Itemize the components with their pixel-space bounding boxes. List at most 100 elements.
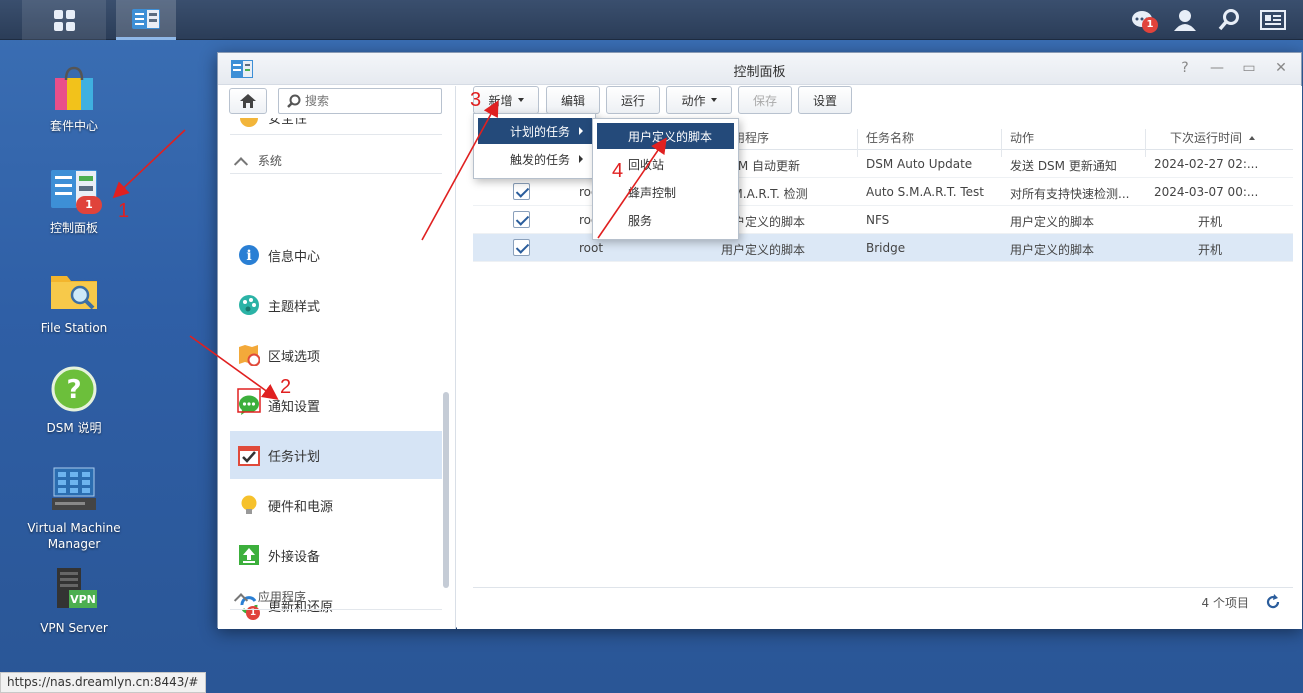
save-label: 保存 bbox=[752, 93, 777, 108]
sidebar-item-security[interactable]: 安全性 bbox=[230, 102, 442, 132]
sidebar-item-regional[interactable]: 区域选项 bbox=[230, 331, 442, 379]
help-question-icon: ? bbox=[49, 366, 99, 416]
desktop-badge: 1 bbox=[76, 196, 102, 214]
chevron-right-icon bbox=[579, 155, 583, 163]
cell-task: Bridge bbox=[866, 241, 906, 255]
main-menu-button[interactable] bbox=[22, 0, 106, 40]
cell-next-run: 2024-03-07 00:... bbox=[1154, 185, 1259, 199]
cell-action: 对所有支持快速检测... bbox=[1010, 187, 1130, 201]
sidebar-item-theme[interactable]: 主题样式 bbox=[230, 281, 442, 329]
desktop-vmm[interactable]: Virtual Machine Manager bbox=[19, 466, 129, 552]
taskbar: 1 bbox=[0, 0, 1303, 40]
create-label: 新增 bbox=[488, 93, 513, 108]
sidebar-item-info-center[interactable]: i 信息中心 bbox=[230, 231, 442, 279]
section-system[interactable]: 系统 bbox=[233, 152, 282, 172]
divider bbox=[230, 134, 442, 135]
desktop-file-station[interactable]: File Station bbox=[19, 266, 129, 336]
annotation-step-3: 3 bbox=[470, 89, 482, 111]
desktop-icon-label: File Station bbox=[40, 321, 108, 335]
column-header-task-name[interactable]: 任务名称 bbox=[866, 129, 914, 146]
shopping-bag-icon bbox=[49, 64, 99, 114]
apps-grid-icon bbox=[53, 9, 75, 31]
sidebar-item-label: 任务计划 bbox=[268, 449, 321, 465]
map-clock-icon bbox=[238, 344, 261, 367]
notification-badge: 1 bbox=[1142, 17, 1158, 33]
enabled-checkbox[interactable] bbox=[513, 183, 530, 200]
calendar-check-icon bbox=[238, 444, 260, 466]
column-header-action[interactable]: 动作 bbox=[1010, 129, 1034, 146]
close-icon[interactable]: ✕ bbox=[1272, 60, 1290, 76]
sidebar-item-hardware-power[interactable]: 硬件和电源 bbox=[230, 481, 442, 529]
cell-task: DSM Auto Update bbox=[866, 157, 973, 171]
status-bar-url: https://nas.dreamlyn.cn:8443/# bbox=[0, 672, 206, 693]
divider bbox=[230, 609, 442, 610]
sidebar-item-external-devices[interactable]: 外接设备 bbox=[230, 531, 442, 579]
cell-next-run: 2024-02-27 02:... bbox=[1154, 157, 1259, 171]
window-titlebar[interactable]: 控制面板 ? — ▭ ✕ bbox=[218, 53, 1301, 85]
menu-item-triggered-task[interactable]: 触发的任务 bbox=[478, 146, 593, 172]
sort-asc-icon bbox=[1248, 136, 1255, 140]
taskbar-control-panel[interactable] bbox=[116, 0, 176, 40]
control-panel-icon: 1 bbox=[49, 166, 102, 216]
vpn-server-icon: VPN bbox=[49, 566, 99, 616]
section-label: 系统 bbox=[257, 154, 282, 168]
search-icon bbox=[1218, 9, 1239, 31]
menu-item-scheduled-task[interactable]: 计划的任务 bbox=[478, 118, 593, 144]
window-title: 控制面板 bbox=[733, 65, 786, 80]
edit-button[interactable]: 编辑 bbox=[546, 86, 600, 114]
enabled-checkbox[interactable] bbox=[513, 239, 530, 256]
column-header-next-run[interactable]: 下次运行时间 bbox=[1170, 129, 1255, 146]
shield-icon bbox=[238, 118, 260, 132]
column-header-label: 下次运行时间 bbox=[1170, 131, 1243, 145]
cell-task: Auto S.M.A.R.T. Test bbox=[866, 185, 984, 199]
desktop-package-center[interactable]: 套件中心 bbox=[19, 64, 129, 134]
section-applications[interactable]: 应用程序 bbox=[233, 588, 306, 608]
help-icon[interactable]: ? bbox=[1176, 60, 1194, 76]
cell-app: 用户定义的脚本 bbox=[721, 243, 806, 257]
desktop-icon-label: Virtual Machine Manager bbox=[27, 521, 121, 551]
sidebar-scrollbar[interactable] bbox=[443, 392, 449, 588]
desktop-dsm-help[interactable]: ? DSM 说明 bbox=[19, 366, 129, 436]
save-button[interactable]: 保存 bbox=[738, 86, 792, 114]
widgets-button[interactable] bbox=[1260, 8, 1286, 32]
sidebar-item-label: 通知设置 bbox=[268, 399, 321, 415]
folder-search-icon bbox=[49, 266, 99, 316]
search-button[interactable] bbox=[1216, 8, 1242, 32]
refresh-icon[interactable] bbox=[1265, 594, 1281, 610]
sidebar-item-notification[interactable]: 通知设置 bbox=[230, 381, 442, 429]
menu-item-user-script[interactable]: 用户定义的脚本 bbox=[597, 123, 734, 149]
sidebar-item-label: 主题样式 bbox=[268, 299, 321, 315]
user-button[interactable] bbox=[1172, 8, 1198, 32]
notifications-button[interactable]: 1 bbox=[1130, 8, 1158, 33]
svg-text:VPN: VPN bbox=[70, 593, 96, 606]
menu-item-label: 蜂声控制 bbox=[628, 185, 677, 200]
grid-footer: 4 个项目 bbox=[473, 587, 1293, 615]
maximize-icon[interactable]: ▭ bbox=[1240, 60, 1258, 76]
action-button[interactable]: 动作 bbox=[666, 86, 732, 114]
sidebar-item-task-scheduler[interactable]: 任务计划 bbox=[230, 431, 442, 479]
cell-next-run: 开机 bbox=[1198, 215, 1223, 229]
desktop-vpn-server[interactable]: VPN VPN Server bbox=[19, 566, 129, 636]
annotation-step-1: 1 bbox=[118, 200, 130, 222]
sidebar-item-label: 信息中心 bbox=[268, 249, 321, 265]
control-panel-window: 控制面板 ? — ▭ ✕ 安全性 系统 i 信息中心 bbox=[217, 52, 1302, 629]
info-icon: i bbox=[238, 244, 260, 266]
cell-action: 用户定义的脚本 bbox=[1010, 243, 1095, 257]
run-label: 运行 bbox=[620, 93, 645, 108]
create-button[interactable]: 新增 bbox=[473, 86, 539, 114]
minimize-icon[interactable]: — bbox=[1208, 60, 1226, 76]
menu-item-service[interactable]: 服务 bbox=[597, 207, 734, 233]
cell-task: NFS bbox=[866, 213, 890, 227]
menu-item-label: 计划的任务 bbox=[510, 124, 571, 139]
menu-item-label: 回收站 bbox=[628, 157, 665, 172]
widget-panel-icon bbox=[1260, 10, 1286, 30]
create-dropdown-menu: 计划的任务 触发的任务 bbox=[473, 113, 596, 179]
caret-down-icon bbox=[710, 98, 717, 102]
caret-down-icon bbox=[517, 98, 524, 102]
desktop-icon-label: 套件中心 bbox=[49, 119, 98, 133]
server-rack-icon bbox=[49, 466, 99, 516]
settings-button[interactable]: 设置 bbox=[798, 86, 852, 114]
enabled-checkbox[interactable] bbox=[513, 211, 530, 228]
run-button[interactable]: 运行 bbox=[606, 86, 660, 114]
desktop-control-panel[interactable]: 1 控制面板 bbox=[19, 166, 129, 236]
